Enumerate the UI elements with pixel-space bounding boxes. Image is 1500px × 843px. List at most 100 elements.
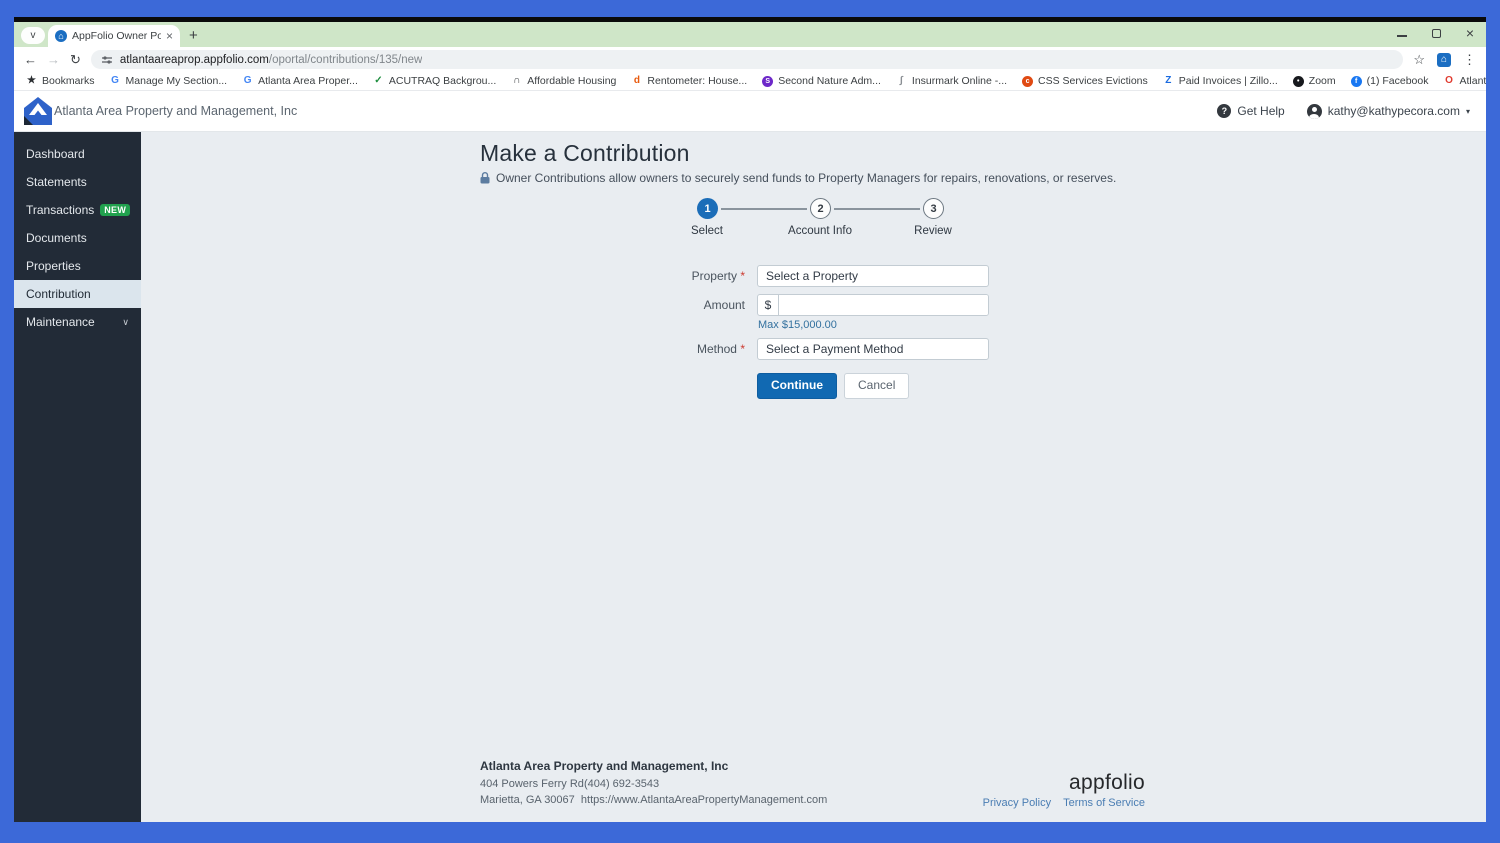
company-name: Atlanta Area Property and Management, In…	[54, 104, 298, 118]
property-row: Property * Select a Property	[480, 265, 1145, 287]
sidebar-item-statements[interactable]: Statements	[14, 168, 141, 196]
site-settings-icon[interactable]	[101, 54, 113, 66]
footer-links: Privacy Policy Terms of Service	[983, 797, 1145, 809]
bookmark-label: Bookmarks	[42, 75, 95, 87]
step-3-circle: 3	[923, 198, 944, 219]
sidebar-item-label: Properties	[26, 259, 81, 273]
bookmark-label: Paid Invoices | Zillo...	[1178, 75, 1278, 87]
chevron-down-icon: ▾	[1465, 106, 1470, 116]
property-label: Property *	[691, 269, 745, 283]
method-label: Method *	[696, 342, 745, 356]
help-icon: ?	[1217, 104, 1232, 118]
method-row: Method * Select a Payment Method	[480, 338, 1145, 360]
browser-menu-icon[interactable]: ⋮	[1463, 53, 1476, 66]
bookmark-label: ACUTRAQ Backgrou...	[388, 75, 497, 87]
bookmark-item[interactable]: G Atlanta Area Proper...	[242, 75, 358, 87]
bookmark-item[interactable]: Z Paid Invoices | Zillo...	[1163, 75, 1278, 87]
sidebar-item-transactions[interactable]: Transactions NEW	[14, 196, 141, 224]
bookmark-item[interactable]: d Rentometer: House...	[631, 75, 747, 87]
privacy-policy-link[interactable]: Privacy Policy	[983, 797, 1051, 809]
sidebar: Dashboard Statements Transactions NEW Doc…	[14, 132, 141, 822]
footer-company-name: Atlanta Area Property and Management, In…	[480, 759, 729, 774]
step-1-label: Select	[691, 225, 723, 237]
sidebar-item-contribution[interactable]: Contribution	[14, 280, 141, 308]
bookmark-item[interactable]: O Atlanta Housing	[1444, 75, 1487, 87]
amount-input[interactable]	[779, 295, 988, 315]
sidebar-item-label: Dashboard	[26, 147, 85, 161]
address-bar: ← → ↻ atlantaareaprop.appfolio.com/oport…	[14, 47, 1486, 72]
reload-icon[interactable]: ↻	[70, 53, 81, 66]
account-menu[interactable]: kathy@kathypecora.com ▾	[1306, 103, 1470, 119]
sidebar-item-label: Contribution	[26, 287, 91, 301]
appfolio-extension-icon[interactable]: ⌂	[1437, 52, 1451, 67]
bookmark-item[interactable]: c CSS Services Evictions	[1022, 75, 1148, 87]
bookmark-label: Manage My Section...	[125, 75, 228, 87]
get-help-button[interactable]: ? Get Help	[1217, 104, 1285, 118]
bookmark-item[interactable]: ∫ Insurmark Online -...	[896, 75, 1007, 87]
tab-close-icon[interactable]: ×	[166, 30, 173, 42]
form-actions-row: Continue Cancel	[480, 373, 1145, 399]
step-2-label: Account Info	[788, 225, 852, 237]
arch-icon: ∩	[513, 75, 521, 86]
step-1-circle: 1	[697, 198, 718, 219]
url-field[interactable]: atlantaareaprop.appfolio.com/oportal/con…	[90, 50, 1404, 69]
restore-button[interactable]	[1430, 27, 1442, 39]
bookmark-item[interactable]: S Second Nature Adm...	[762, 75, 881, 87]
tab-search-button[interactable]: v	[21, 27, 45, 44]
amount-label: Amount	[703, 298, 745, 312]
google-icon: G	[111, 75, 119, 86]
footer-address-phone: 404 Powers Ferry Rd(404) 692-3543	[480, 778, 660, 791]
bookmark-label: CSS Services Evictions	[1038, 75, 1148, 87]
new-tab-button[interactable]: +	[189, 28, 198, 43]
terms-of-service-link[interactable]: Terms of Service	[1063, 797, 1145, 809]
bookmark-item[interactable]: ★ Bookmarks	[26, 75, 95, 87]
page-content: Make a Contribution Owner Contributions …	[480, 132, 1145, 399]
desktop: v ⌂ AppFolio Owner Portal | Make a Contr…	[0, 0, 1500, 843]
bookmark-label: Atlanta Area Proper...	[258, 75, 358, 87]
new-badge: NEW	[100, 204, 131, 216]
back-icon[interactable]: ←	[24, 53, 37, 66]
method-select[interactable]: Select a Payment Method	[757, 338, 989, 360]
second-nature-icon: S	[762, 75, 774, 87]
zoom-icon: •	[1292, 75, 1304, 87]
required-marker: *	[740, 342, 745, 356]
step-connector	[721, 208, 807, 210]
cancel-button[interactable]: Cancel	[844, 373, 910, 399]
sidebar-item-label: Transactions	[26, 203, 95, 217]
sidebar-item-documents[interactable]: Documents	[14, 224, 141, 252]
browser-tab[interactable]: ⌂ AppFolio Owner Portal | Make a Contrib…	[48, 25, 180, 47]
browser-window: v ⌂ AppFolio Owner Portal | Make a Contr…	[14, 17, 1486, 822]
sidebar-item-dashboard[interactable]: Dashboard	[14, 140, 141, 168]
property-select[interactable]: Select a Property	[757, 265, 989, 287]
bookmark-label: Atlanta Housing	[1459, 75, 1487, 87]
appfolio-favicon-icon: ⌂	[55, 30, 67, 42]
rentometer-icon: d	[633, 75, 640, 86]
bookmark-item[interactable]: G Manage My Section...	[110, 75, 228, 87]
minimize-button[interactable]	[1396, 27, 1408, 39]
forward-icon[interactable]: →	[47, 53, 60, 66]
company-logo-icon[interactable]	[22, 95, 54, 127]
bookmark-item[interactable]: ∩ Affordable Housing	[511, 75, 616, 87]
bookmark-item[interactable]: f (1) Facebook	[1350, 75, 1429, 87]
google-icon: G	[243, 75, 252, 86]
footer-brand-block: appfolio Privacy Policy Terms of Service	[983, 771, 1145, 809]
sidebar-item-label: Statements	[26, 175, 87, 189]
address-bar-actions: ☆ ⌂ ⋮	[1413, 52, 1476, 67]
account-email: kathy@kathypecora.com	[1327, 104, 1460, 118]
bookmark-star-icon[interactable]: ☆	[1413, 53, 1425, 66]
bookmark-label: Affordable Housing	[527, 75, 617, 87]
sidebar-item-maintenance[interactable]: Maintenance ∨	[14, 308, 141, 336]
amount-row: Amount $ Max $15,000.00	[480, 294, 1145, 331]
bookmark-item[interactable]: ✓ ACUTRAQ Backgrou...	[373, 75, 496, 87]
url-host: atlantaareaprop.appfolio.com	[119, 53, 269, 66]
footer-website-link[interactable]: https://www.AtlantaAreaPropertyManagemen…	[581, 794, 827, 806]
bookmark-item[interactable]: • Zoom	[1292, 75, 1336, 87]
continue-button[interactable]: Continue	[757, 373, 837, 399]
sidebar-item-properties[interactable]: Properties	[14, 252, 141, 280]
footer-city-website: Marietta, GA 30067 https://www.AtlantaAr…	[480, 794, 828, 807]
bookmark-label: Rentometer: House...	[647, 75, 748, 87]
appfolio-wordmark: appfolio	[1069, 770, 1145, 794]
tab-strip: v ⌂ AppFolio Owner Portal | Make a Contr…	[14, 22, 1486, 47]
tab-title: AppFolio Owner Portal | Make a Contribut…	[72, 30, 161, 42]
close-button[interactable]: ×	[1464, 26, 1476, 40]
